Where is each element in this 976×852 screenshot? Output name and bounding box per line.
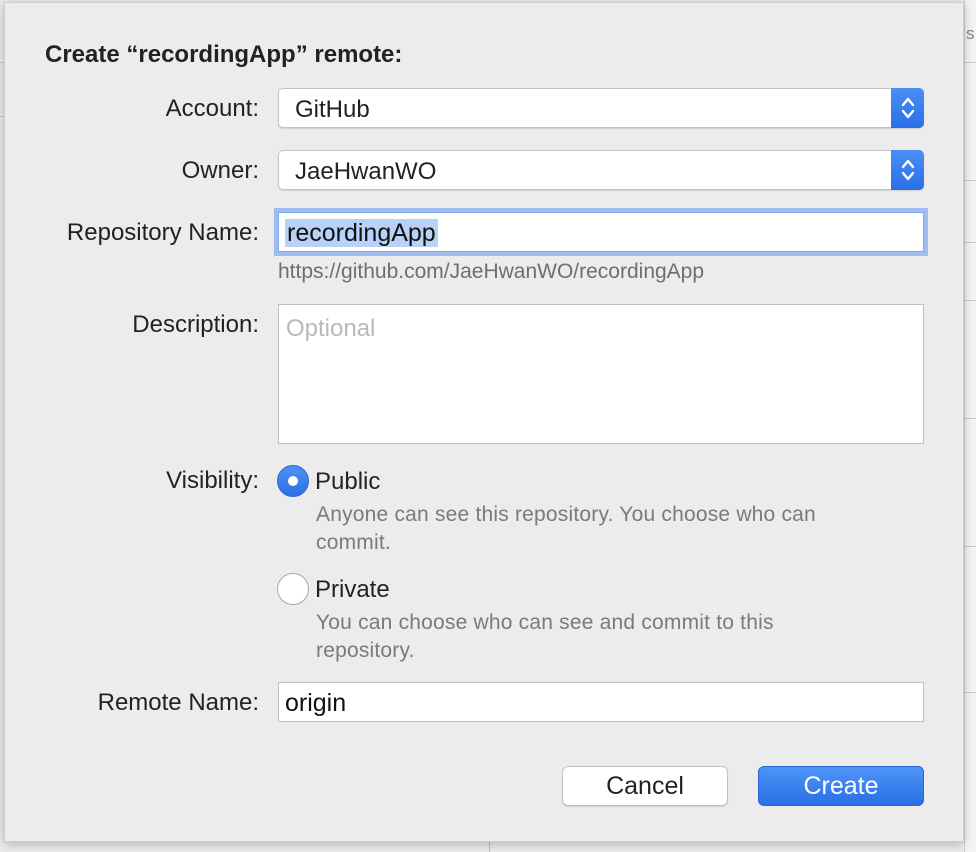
create-button[interactable]: Create [758, 766, 924, 806]
background-divider [964, 418, 976, 419]
description-field[interactable]: Optional [278, 304, 924, 444]
background-divider [964, 692, 976, 693]
background-divider [964, 242, 976, 243]
private-radio[interactable] [277, 573, 309, 605]
selected-text: recordingApp [285, 219, 438, 247]
repository-name-value: recordingApp [285, 219, 438, 248]
owner-value: JaeHwanWO [295, 158, 437, 185]
public-radio[interactable] [277, 465, 309, 497]
account-label: Account: [165, 95, 259, 122]
public-description: Anyone can see this repository. You choo… [316, 503, 816, 554]
description-label: Description: [132, 311, 259, 338]
dialog-title: Create “recordingApp” remote: [45, 41, 403, 68]
remote-name-label: Remote Name: [97, 689, 259, 716]
background-panel [964, 0, 976, 852]
repository-name-field[interactable]: recordingApp [278, 212, 924, 252]
visibility-label: Visibility: [166, 467, 259, 494]
cancel-button[interactable]: Cancel [562, 766, 728, 806]
background-divider [964, 300, 976, 301]
repository-url-hint: https://github.com/JaeHwanWO/recordingAp… [278, 260, 705, 283]
description-placeholder: Optional [286, 315, 376, 342]
background-divider [964, 62, 976, 63]
public-radio-label[interactable]: Public [315, 468, 380, 496]
background-text-fragment: s [966, 24, 975, 43]
background-divider [964, 180, 976, 181]
owner-label: Owner: [181, 157, 259, 184]
create-remote-dialog: Create “recordingApp” remote: Account: G… [4, 2, 964, 842]
background-divider [964, 546, 976, 547]
owner-popup[interactable]: JaeHwanWO [278, 150, 924, 190]
account-popup[interactable]: GitHub [278, 88, 924, 128]
remote-name-field[interactable]: origin [278, 682, 924, 722]
remote-name-value: origin [285, 689, 347, 717]
popup-stepper-icon [891, 150, 924, 190]
repository-name-label: Repository Name: [66, 219, 259, 246]
private-radio-label[interactable]: Private [315, 576, 390, 604]
private-description: You can choose who can see and commit to… [316, 611, 774, 662]
popup-stepper-icon [891, 88, 924, 128]
account-value: GitHub [295, 96, 370, 123]
